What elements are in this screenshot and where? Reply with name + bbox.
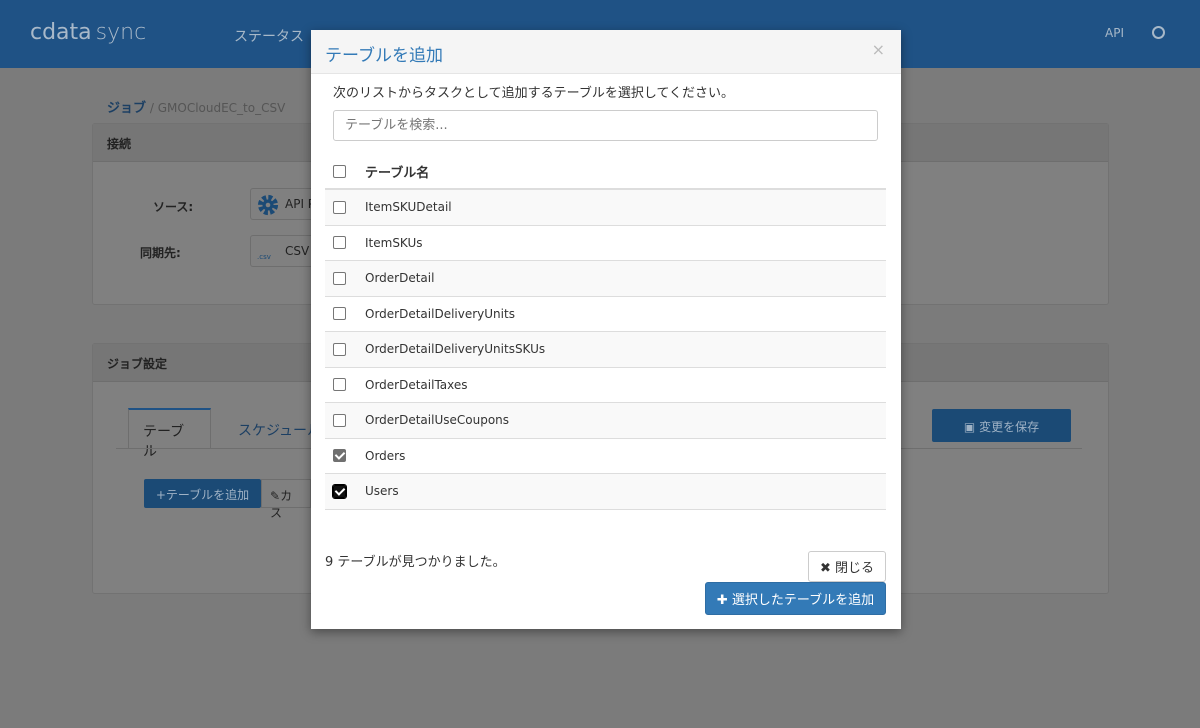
table-name: OrderDetailDeliveryUnitsSKUs bbox=[365, 342, 546, 357]
add-table-modal: テーブルを追加 × 次のリストからタスクとして追加するテーブルを選択してください… bbox=[311, 30, 901, 629]
table-name: OrderDetailDeliveryUnits bbox=[365, 306, 515, 321]
table-row[interactable]: ItemSKUs bbox=[325, 226, 886, 261]
row-checkbox[interactable] bbox=[333, 271, 346, 285]
select-all-checkbox[interactable] bbox=[333, 164, 346, 178]
table-row[interactable]: OrderDetail bbox=[325, 261, 886, 297]
tab-tables[interactable]: テーブル bbox=[128, 408, 211, 460]
breadcrumb-current: GMOCloudEC_to_CSV bbox=[157, 101, 286, 115]
cdata-sync-logo[interactable]: cdata sync bbox=[30, 20, 146, 45]
table-header-row: テーブル名 bbox=[325, 154, 886, 190]
row-checkbox[interactable] bbox=[333, 236, 346, 250]
source-label: ソース: bbox=[153, 200, 194, 214]
table-row[interactable]: OrderDetailDeliveryUnits bbox=[325, 297, 886, 332]
destination-label: 同期先: bbox=[140, 246, 181, 260]
table-row[interactable]: Orders bbox=[325, 439, 886, 474]
row-checkbox[interactable] bbox=[333, 307, 346, 321]
nav-status[interactable]: ステータス bbox=[234, 26, 304, 46]
custom-query-button[interactable]: ✎カス bbox=[261, 479, 311, 520]
close-button[interactable]: ✖ 閉じる bbox=[808, 551, 886, 582]
table-name: ItemSKUDetail bbox=[365, 200, 452, 215]
nav-api[interactable]: API bbox=[1105, 26, 1124, 40]
add-table-button[interactable]: +テーブルを追加 bbox=[144, 479, 261, 508]
table-row[interactable]: OrderDetailUseCoupons bbox=[325, 403, 886, 439]
table-search-input[interactable] bbox=[333, 110, 878, 141]
row-checkbox[interactable] bbox=[332, 483, 347, 499]
table-name: OrderDetailTaxes bbox=[365, 377, 468, 392]
add-selected-tables-button[interactable]: ✚ 選択したテーブルを追加 bbox=[705, 582, 886, 615]
row-checkbox[interactable] bbox=[333, 449, 346, 463]
table-name: OrderDetail bbox=[365, 271, 435, 286]
column-header-table-name: テーブル名 bbox=[365, 165, 430, 181]
gear-icon bbox=[257, 194, 279, 216]
table-name: OrderDetailUseCoupons bbox=[365, 413, 510, 428]
table-row[interactable]: ItemSKUDetail bbox=[325, 190, 886, 226]
tab-schedule[interactable]: スケジュール bbox=[238, 420, 321, 440]
row-checkbox[interactable] bbox=[333, 378, 346, 392]
row-checkbox[interactable] bbox=[333, 342, 346, 356]
user-icon[interactable] bbox=[1152, 26, 1165, 39]
table-row[interactable]: OrderDetailDeliveryUnitsSKUs bbox=[325, 332, 886, 368]
table-name: Orders bbox=[365, 448, 406, 463]
table-name: ItemSKUs bbox=[365, 235, 423, 250]
breadcrumb: ジョブ / GMOCloudEC_to_CSV bbox=[107, 101, 286, 116]
csv-file-icon: .csv bbox=[257, 253, 271, 261]
save-changes-button[interactable]: ▣ 変更を保存 bbox=[932, 409, 1071, 442]
modal-description: 次のリストからタスクとして追加するテーブルを選択してください。 bbox=[333, 86, 735, 101]
table-name: Users bbox=[365, 484, 399, 499]
row-checkbox[interactable] bbox=[333, 413, 346, 427]
found-count: 9 テーブルが見つかりました。 bbox=[325, 555, 506, 570]
modal-title: テーブルを追加 bbox=[311, 30, 901, 74]
table-row[interactable]: OrderDetailTaxes bbox=[325, 368, 886, 403]
table-list: テーブル名 ItemSKUDetail ItemSKUs OrderDetail Or… bbox=[325, 154, 886, 510]
breadcrumb-jobs[interactable]: ジョブ bbox=[107, 101, 146, 116]
close-icon[interactable]: × bbox=[872, 40, 885, 59]
row-checkbox[interactable] bbox=[333, 200, 346, 214]
table-row[interactable]: Users bbox=[325, 474, 886, 510]
